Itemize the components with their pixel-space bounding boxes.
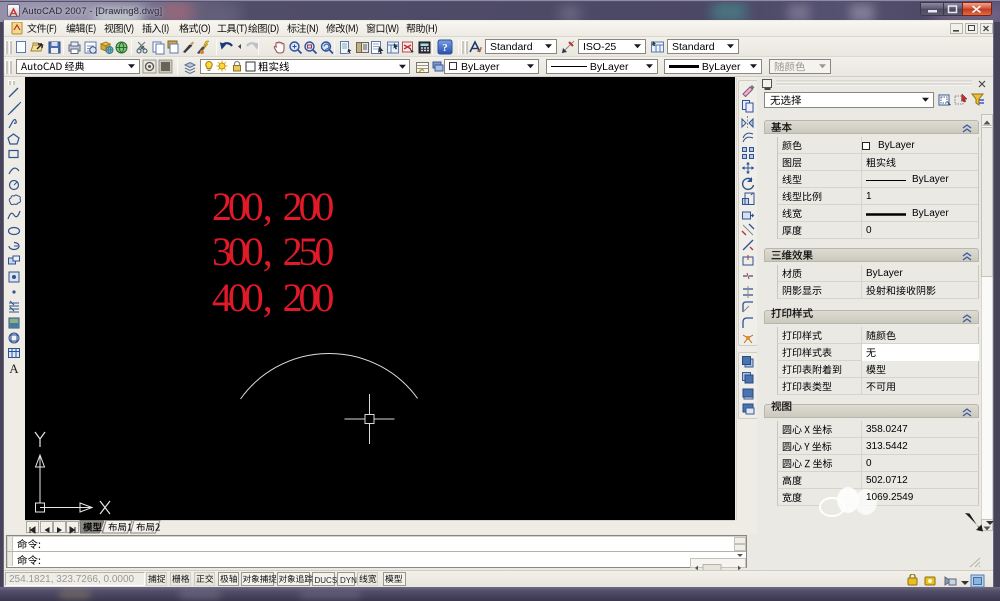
svg-text:?: ?: [442, 42, 448, 54]
svg-text:A: A: [9, 361, 19, 375]
